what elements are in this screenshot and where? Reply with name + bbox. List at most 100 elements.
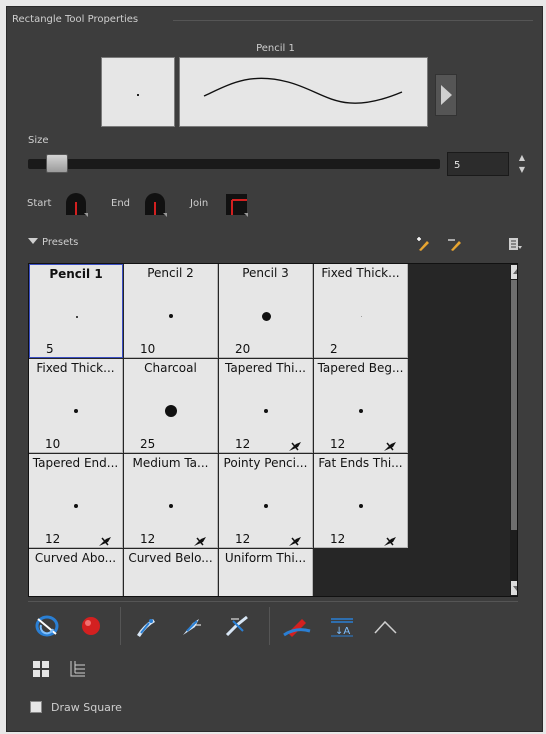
preset-name: Tapered End... xyxy=(32,456,119,470)
preset-name: Uniform Thi... xyxy=(224,551,307,565)
preset-name: Medium Ta... xyxy=(132,456,209,470)
preset-size: 12 xyxy=(45,532,61,546)
scroll-thumb[interactable] xyxy=(511,280,517,530)
expand-preview-button[interactable] xyxy=(435,74,457,116)
preset-brush-dot xyxy=(360,315,362,317)
preset-item[interactable]: Curved Abo... xyxy=(29,549,123,596)
presets-header[interactable]: Presets xyxy=(28,237,78,248)
tapered-stroke-icon xyxy=(383,532,397,546)
presets-grid: Pencil 1 5 Pencil 2 10 Pencil 3 20 Fixed Thick… xyxy=(28,263,518,597)
preset-item[interactable]: Pencil 3 20 xyxy=(219,264,313,358)
auto-fill-icon[interactable] xyxy=(77,613,107,639)
preset-size: 12 xyxy=(140,532,156,546)
preset-name: Fixed Thick... xyxy=(321,266,400,280)
rename-preset-icon[interactable] xyxy=(447,236,463,251)
preset-size: 20 xyxy=(235,342,251,356)
preset-size: 12 xyxy=(330,532,346,546)
size-input[interactable]: 5 xyxy=(447,152,509,176)
scroll-down-icon[interactable] xyxy=(511,581,517,595)
preset-brush-dot xyxy=(264,409,268,413)
end-cap-round-icon[interactable] xyxy=(142,191,168,217)
preset-name: Pencil 3 xyxy=(242,266,289,280)
preset-brush-dot xyxy=(169,504,173,508)
preset-size: 10 xyxy=(45,437,61,451)
preset-brush-dot xyxy=(165,405,177,417)
preset-size: 10 xyxy=(140,342,156,356)
auto-flatten-icon[interactable] xyxy=(33,613,63,639)
draw-square-checkbox[interactable] xyxy=(30,701,42,713)
preset-name: Curved Belo... xyxy=(128,551,213,565)
preset-name: Charcoal xyxy=(144,361,197,375)
corner-join-icon[interactable] xyxy=(371,613,401,639)
toolbar-divider xyxy=(28,601,518,602)
text-baseline-icon[interactable]: ↓A xyxy=(327,613,357,639)
join-miter-icon[interactable] xyxy=(223,191,249,217)
preset-item[interactable]: Pencil 1 5 xyxy=(29,264,123,358)
preset-name: Curved Abo... xyxy=(34,551,117,565)
preset-name: Tapered Beg... xyxy=(317,361,404,375)
preset-size: 5 xyxy=(46,342,54,356)
preset-name: Pencil 2 xyxy=(147,266,194,280)
tapered-stroke-icon xyxy=(288,532,302,546)
tool-properties-panel: Rectangle Tool Properties Pencil 1 Size … xyxy=(6,6,543,732)
svg-text:↓A: ↓A xyxy=(335,626,350,637)
preset-brush-dot xyxy=(76,316,78,318)
preset-size: 12 xyxy=(235,532,251,546)
preset-item[interactable]: Fixed Thick... 10 xyxy=(29,359,123,453)
thumbnail-view-icon[interactable] xyxy=(31,659,53,679)
preset-item[interactable]: Fat Ends Thi... 12 xyxy=(314,454,408,548)
tapered-stroke-icon xyxy=(383,437,397,451)
size-slider-handle[interactable] xyxy=(45,154,68,173)
smooth-stroke-icon[interactable] xyxy=(282,613,312,639)
preset-item[interactable]: Medium Ta... 12 xyxy=(124,454,218,548)
join-label: Join xyxy=(190,198,209,209)
preset-item[interactable]: Fixed Thick... 2 xyxy=(314,264,408,358)
preset-brush-dot xyxy=(264,504,268,508)
presets-menu-icon[interactable] xyxy=(507,236,523,250)
tip-stroke-icon[interactable] xyxy=(177,613,207,639)
preset-size: 12 xyxy=(235,437,251,451)
preset-item[interactable]: Charcoal 25 xyxy=(124,359,218,453)
fat-ends-icon[interactable] xyxy=(223,613,253,639)
preset-brush-dot xyxy=(261,311,271,321)
preset-item[interactable]: Pencil 2 10 xyxy=(124,264,218,358)
collapse-triangle-icon[interactable] xyxy=(28,238,38,244)
title-divider xyxy=(173,20,533,21)
preset-item[interactable]: Curved Belo... xyxy=(124,549,218,596)
preset-size: 2 xyxy=(330,342,338,356)
draw-square-label: Draw Square xyxy=(51,701,122,714)
preset-name: Pointy Penci... xyxy=(223,456,308,470)
preset-item[interactable]: Tapered End... 12 xyxy=(29,454,123,548)
preset-item[interactable]: Tapered Beg... 12 xyxy=(314,359,408,453)
toolbar-separator xyxy=(120,607,121,645)
new-preset-icon[interactable] xyxy=(415,236,431,251)
preset-item[interactable]: Uniform Thi... xyxy=(219,549,313,596)
preset-name: Fixed Thick... xyxy=(36,361,115,375)
presets-scrollbar[interactable] xyxy=(510,264,517,596)
preset-brush-dot xyxy=(359,504,363,508)
preset-item[interactable]: Pointy Penci... 12 xyxy=(219,454,313,548)
start-cap-round-icon[interactable] xyxy=(63,191,89,217)
list-view-icon[interactable] xyxy=(67,659,89,679)
size-slider[interactable] xyxy=(28,159,440,169)
stepper-down-icon[interactable]: ▼ xyxy=(515,164,529,176)
tapered-stroke-icon xyxy=(98,532,112,546)
preset-name: Fat Ends Thi... xyxy=(318,456,403,470)
preset-size: 12 xyxy=(330,437,346,451)
stepper-up-icon[interactable]: ▲ xyxy=(515,152,529,164)
stroke-preview xyxy=(179,57,428,127)
brush-preview-name: Pencil 1 xyxy=(256,43,295,54)
toolbar-separator xyxy=(269,607,270,645)
brush-tip-preview xyxy=(101,57,175,127)
size-label: Size xyxy=(28,135,49,146)
preset-item[interactable]: Tapered Thi... 12 xyxy=(219,359,313,453)
tapered-stroke-icon[interactable] xyxy=(131,613,161,639)
preset-size: 25 xyxy=(140,437,156,451)
size-stepper[interactable]: ▲ ▼ xyxy=(515,152,529,176)
preset-name: Pencil 1 xyxy=(49,267,103,281)
scroll-up-icon[interactable] xyxy=(511,265,517,279)
preset-name: Tapered Thi... xyxy=(225,361,306,375)
preset-brush-dot xyxy=(169,314,173,318)
stroke-preview-curve xyxy=(203,77,403,104)
end-cap-label: End xyxy=(111,198,131,209)
